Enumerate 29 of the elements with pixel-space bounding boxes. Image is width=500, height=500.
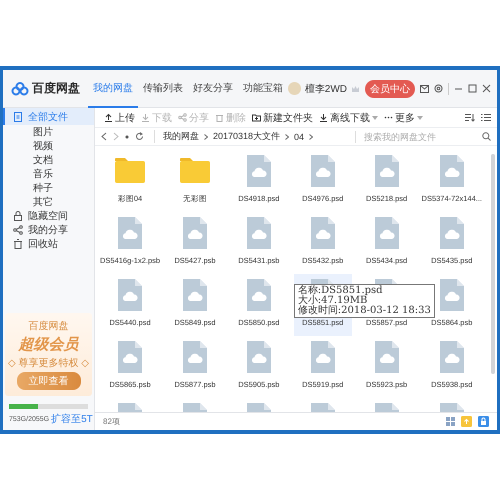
sidebar-subitem[interactable]: 种子 (3, 181, 94, 195)
app-logo-text: 百度网盘 (32, 80, 80, 97)
toolbar-button[interactable]: 离线下载 (330, 110, 370, 124)
toolbar-button[interactable]: 上传 (115, 110, 135, 124)
nav-tab[interactable]: 功能宝箱 (238, 70, 288, 108)
sidebar-item[interactable]: 隐藏空间 (28, 209, 68, 223)
sidebar-subitem[interactable]: 文档 (3, 153, 94, 167)
promo-title: 超级会员 (18, 335, 78, 354)
vip-center-button[interactable]: 会员中心 (365, 80, 415, 98)
sidebar-subitem[interactable]: 图片 (3, 125, 94, 139)
item-count: 82项 (103, 416, 120, 427)
breadcrumb-link[interactable]: 04 (294, 132, 304, 142)
nav-tab[interactable]: 传输列表 (138, 70, 188, 108)
breadcrumb-link[interactable]: 20170318大文件 (213, 130, 280, 143)
upgrade-link[interactable]: 扩容至5T (51, 412, 93, 426)
user-name[interactable]: 檀李2WD (304, 82, 347, 96)
promo-brand: 百度网盘 (28, 320, 68, 333)
search-field[interactable]: 搜索我的网盘文件 (355, 130, 476, 142)
nav-tab[interactable]: 好友分享 (188, 70, 238, 108)
toolbar-button[interactable]: 新建文件夹 (263, 110, 313, 124)
sidebar-subitem[interactable]: 视频 (3, 139, 94, 153)
sidebar-item[interactable]: 我的分享 (28, 223, 68, 237)
sidebar-item[interactable]: 回收站 (28, 237, 58, 251)
sidebar-subitem[interactable]: 音乐 (3, 167, 94, 181)
promo-subtitle: ◇ 尊享更多特权 ◇ (8, 356, 89, 370)
breadcrumb-link[interactable]: 我的网盘 (163, 130, 199, 143)
sidebar-subitem[interactable]: 其它 (3, 195, 94, 209)
toolbar-button[interactable]: 更多 (395, 110, 415, 124)
file-tooltip: 名称:DS5851.psd 大小:47.19MB 修改时间:2018-03-12 18:33 (294, 284, 435, 318)
